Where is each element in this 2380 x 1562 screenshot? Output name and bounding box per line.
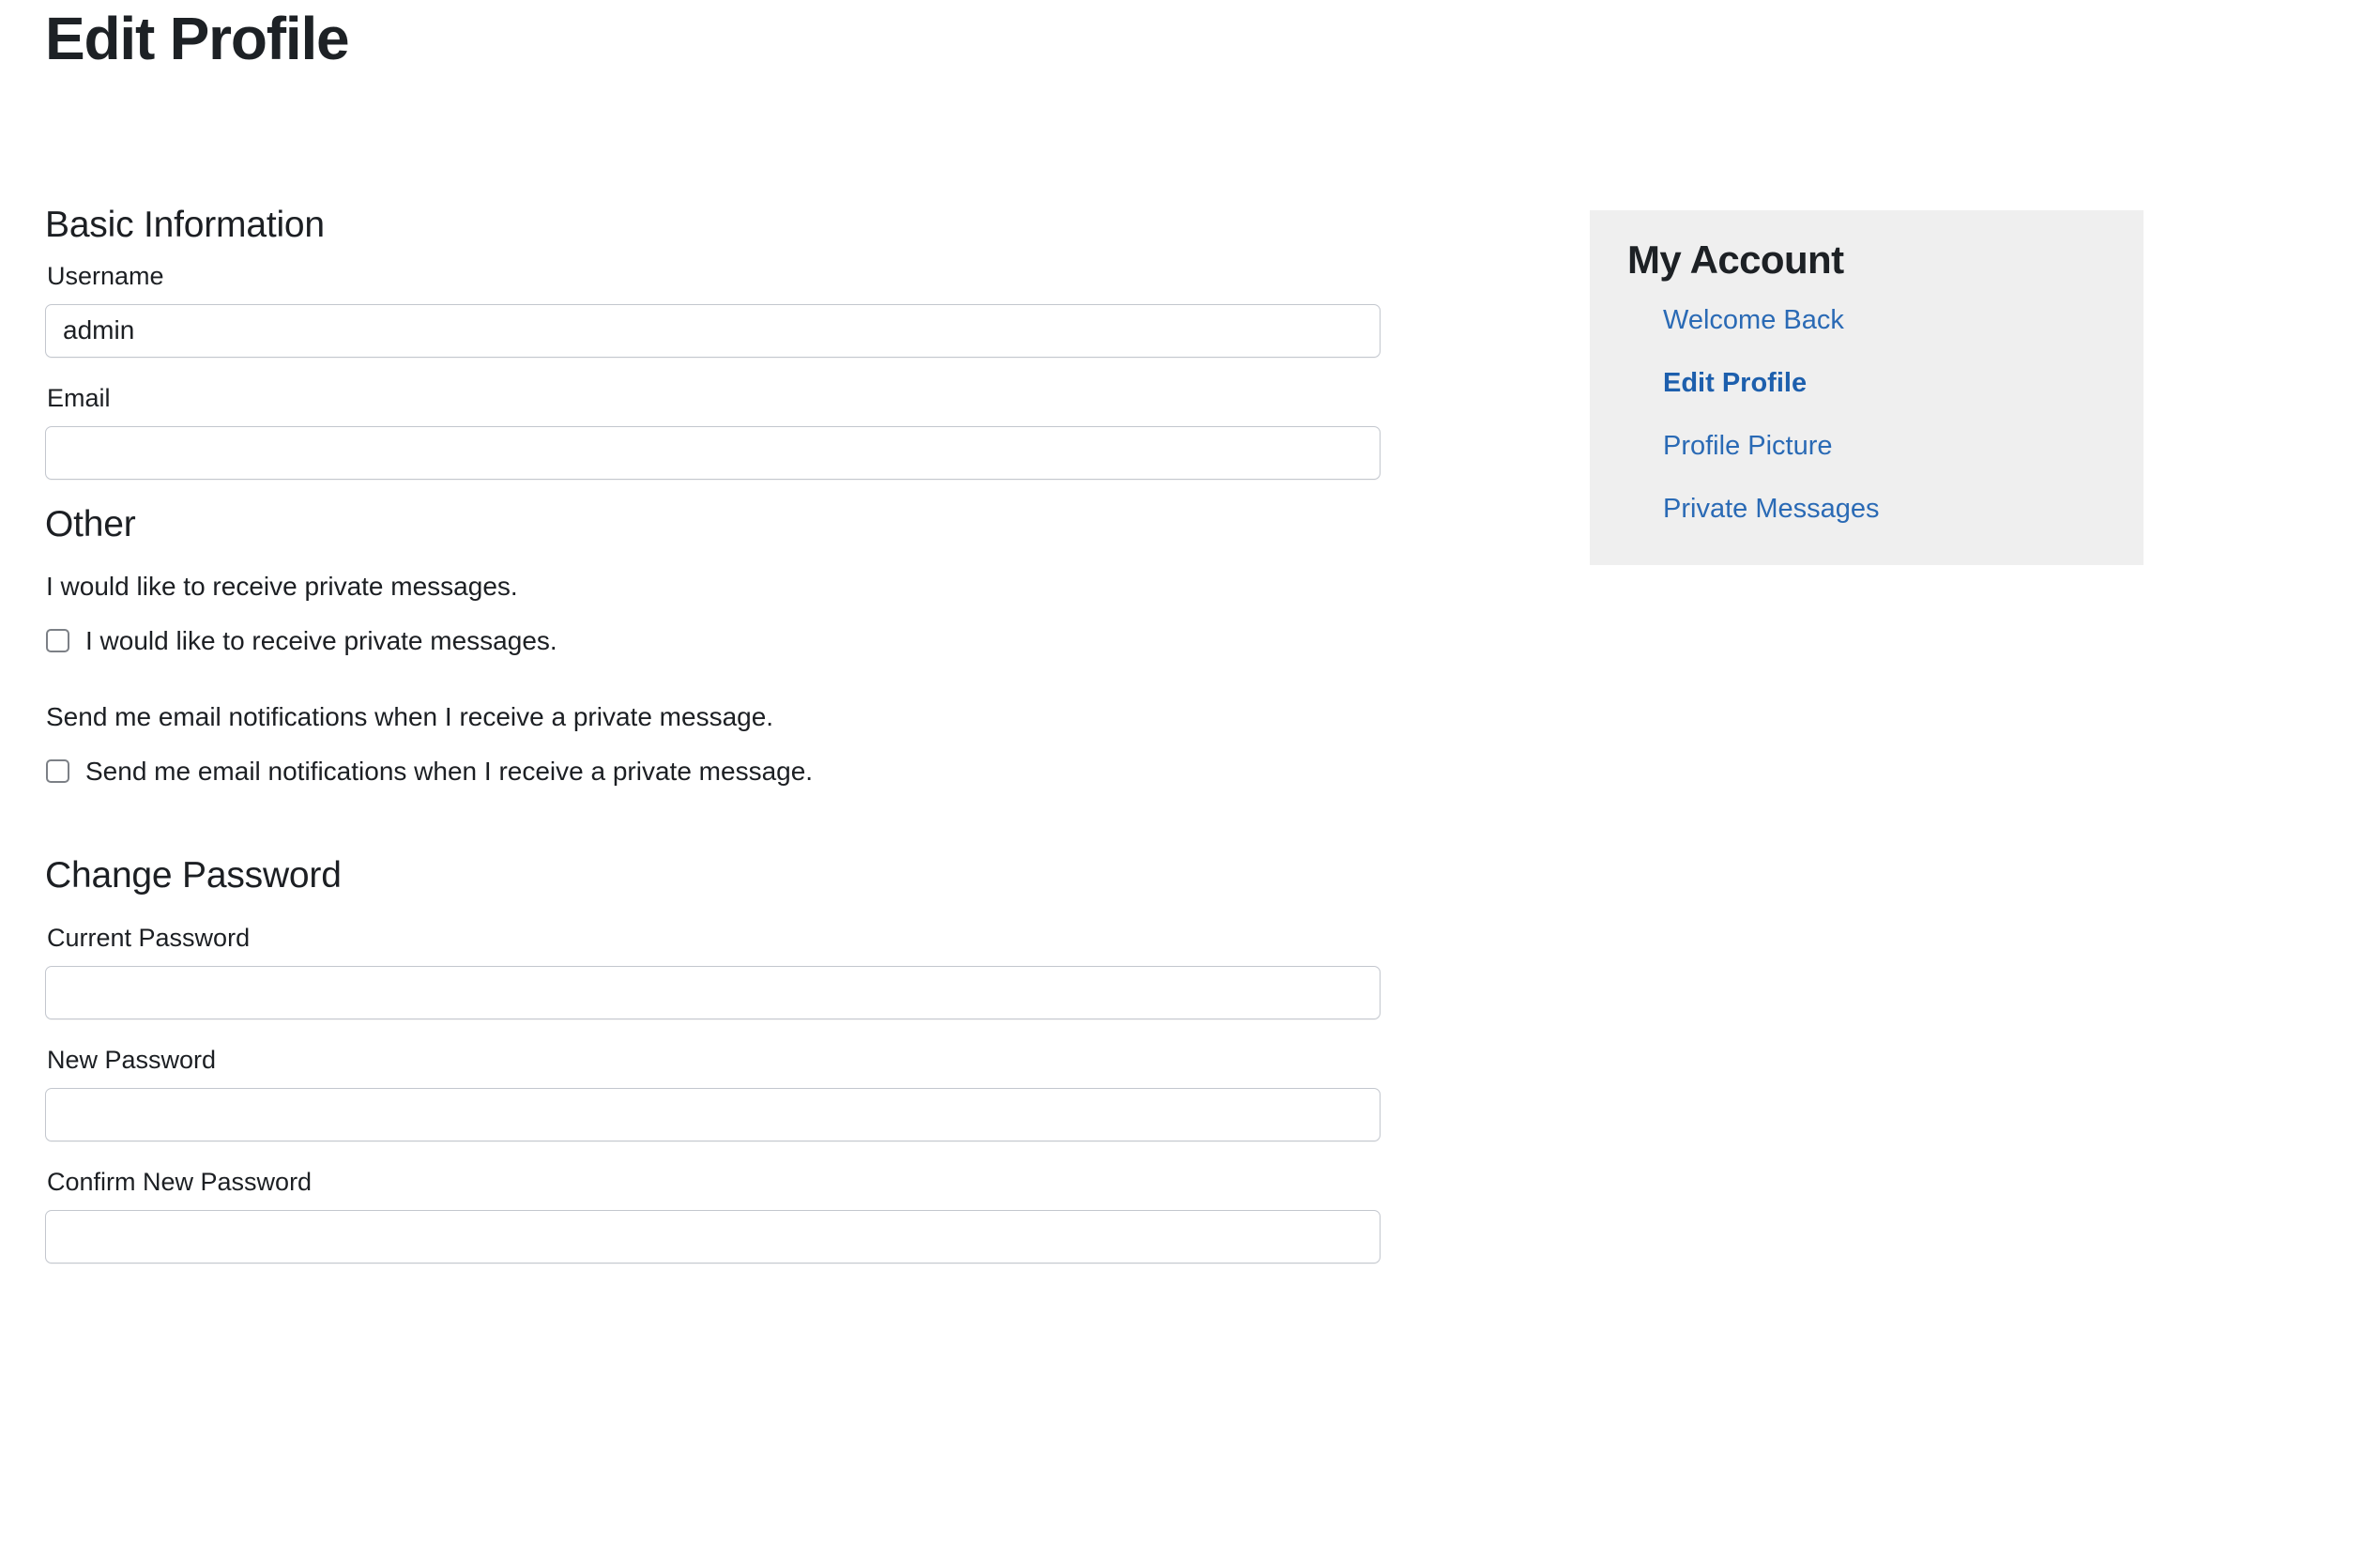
sidebar-link-welcome-back[interactable]: Welcome Back — [1663, 305, 1844, 335]
edit-profile-page: Edit Profile Basic Information Username … — [0, 0, 2380, 1562]
confirm-new-password-input[interactable] — [45, 1209, 1381, 1263]
list-item: Private Messages — [1663, 493, 2106, 526]
form-group-new-password: New Password — [45, 1044, 1382, 1141]
list-item: Welcome Back — [1663, 304, 2106, 337]
new-password-input[interactable] — [45, 1087, 1381, 1141]
form-group-current-password: Current Password — [45, 922, 1382, 1019]
change-password-heading: Change Password — [45, 854, 342, 896]
section-basic-information: Basic Information Username Email — [45, 205, 1382, 481]
form-group-email: Email — [45, 382, 1382, 481]
confirm-new-password-label: Confirm New Password — [47, 1167, 313, 1196]
sidebar-link-edit-profile[interactable]: Edit Profile — [1663, 368, 1807, 398]
sidebar-link-private-messages[interactable]: Private Messages — [1663, 494, 1880, 524]
form-group-username: Username — [45, 260, 1382, 358]
section-change-password: Change Password Current Password New Pas… — [45, 855, 1382, 1263]
email-notifications-checkbox[interactable] — [46, 759, 69, 784]
main-content-column: Basic Information Username Email Other I… — [45, 205, 1382, 1288]
sidebar-link-profile-picture[interactable]: Profile Picture — [1663, 431, 1833, 461]
private-messages-description: I would like to receive private messages… — [46, 571, 518, 601]
section-other: Other I would like to receive private me… — [45, 504, 1382, 788]
email-notifications-checkbox-label[interactable]: Send me email notifications when I recei… — [85, 756, 813, 788]
page-title: Edit Profile — [45, 5, 350, 72]
private-messages-checkbox[interactable] — [46, 628, 69, 652]
other-heading: Other — [45, 504, 136, 545]
checkbox-row-email-notifications[interactable]: Send me email notifications when I recei… — [46, 756, 1382, 788]
list-item: Profile Picture — [1663, 430, 2106, 463]
email-input[interactable] — [45, 426, 1381, 481]
new-password-label: New Password — [47, 1045, 217, 1074]
private-messages-checkbox-label[interactable]: I would like to receive private messages… — [85, 625, 557, 657]
sidebar: My Account Welcome Back Edit Profile Pro… — [1590, 210, 2144, 565]
my-account-panel: My Account Welcome Back Edit Profile Pro… — [1590, 210, 2144, 565]
username-label: Username — [47, 261, 164, 290]
basic-information-heading: Basic Information — [45, 205, 325, 245]
list-item: Edit Profile — [1663, 367, 2106, 400]
checkbox-row-private-messages[interactable]: I would like to receive private messages… — [46, 625, 1382, 657]
my-account-title: My Account — [1627, 237, 1844, 282]
current-password-label: Current Password — [47, 923, 251, 952]
my-account-link-list: Welcome Back Edit Profile Profile Pictur… — [1627, 304, 2106, 525]
current-password-input[interactable] — [45, 965, 1381, 1019]
form-group-confirm-new-password: Confirm New Password — [45, 1166, 1382, 1263]
email-notifications-description: Send me email notifications when I recei… — [46, 702, 774, 732]
username-input[interactable] — [45, 303, 1381, 358]
email-label: Email — [47, 383, 111, 412]
